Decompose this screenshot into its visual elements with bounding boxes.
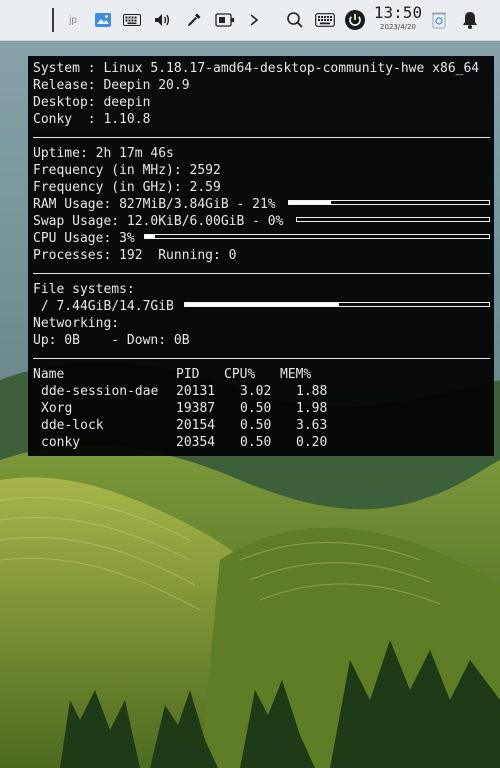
onboard-keyboard-button[interactable] (313, 0, 337, 40)
keyboard-icon (315, 13, 335, 27)
panel-separator (52, 8, 54, 32)
process-pid: 20154 (176, 418, 216, 433)
process-mem: 3.63 (296, 418, 328, 433)
process-mem: 1.98 (296, 401, 328, 416)
cpu-usage: CPU Usage: 3% (33, 231, 135, 246)
datetime-widget[interactable]: 13:50 2023/4/20 (370, 4, 426, 36)
filesystems-title: File systems: (33, 282, 135, 297)
process-cpu: 0.50 (240, 418, 272, 433)
power-button[interactable] (343, 0, 367, 40)
process-cpu: 0.50 (240, 435, 272, 450)
process-name: dde-lock (41, 418, 104, 433)
screenshot-tray-icon[interactable] (92, 0, 114, 40)
screen-icon (215, 13, 234, 27)
swap-usage-bar (296, 217, 490, 222)
top-panel: jp 13:50 2023/4/20 (0, 0, 500, 41)
ram-usage-fill (289, 201, 331, 204)
bell-icon (463, 12, 477, 29)
uptime: Uptime: 2h 17m 46s (33, 146, 174, 161)
conky-version: Conky : 1.10.8 (33, 112, 151, 127)
keyboard-tray-icon[interactable] (120, 0, 144, 40)
process-pid: 20354 (176, 435, 216, 450)
ram-usage: RAM Usage: 827MiB/3.84GiB - 21% (33, 197, 276, 212)
conky-panel: System : Linux 5.18.17-amd64-desktop-com… (28, 56, 494, 456)
desktop-info: Desktop: deepin (33, 95, 151, 110)
column-header-mem: MEM% (280, 367, 312, 382)
process-cpu: 3.02 (240, 384, 272, 399)
cpu-usage-bar (144, 234, 490, 239)
frequency-mhz: Frequency (in MHz): 2592 (33, 163, 221, 178)
networking-title: Networking: (33, 316, 120, 331)
chevron-right-icon (250, 14, 259, 26)
trash-icon (432, 12, 446, 29)
section-divider (33, 137, 490, 138)
column-header-name: Name (33, 367, 65, 382)
keyboard-icon (123, 14, 141, 26)
cpu-usage-fill (145, 235, 156, 238)
release-info: Release: Deepin 20.9 (33, 78, 190, 93)
image-icon (95, 13, 111, 27)
tray-expand-button[interactable] (244, 0, 264, 40)
color-picker-tray-icon[interactable] (182, 0, 206, 40)
clock-date: 2023/4/20 (380, 23, 416, 31)
process-pid: 20131 (176, 384, 216, 399)
search-icon (287, 12, 303, 28)
column-header-pid: PID (176, 367, 200, 382)
process-name: dde-session-dae (41, 384, 159, 399)
section-divider (33, 358, 490, 359)
network-traffic: Up: 0B - Down: 0B (33, 333, 190, 348)
ram-usage-bar (288, 200, 490, 205)
process-mem: 1.88 (296, 384, 328, 399)
process-mem: 0.20 (296, 435, 328, 450)
filesystem-root-fill (185, 303, 339, 306)
power-icon (345, 10, 365, 30)
volume-tray-icon[interactable] (150, 0, 174, 40)
trash-button[interactable] (428, 0, 450, 40)
eyedropper-icon (188, 13, 201, 26)
volume-icon (155, 14, 170, 26)
process-cpu: 0.50 (240, 401, 272, 416)
section-divider (33, 273, 490, 274)
column-header-cpu: CPU% (224, 367, 256, 382)
filesystem-root-bar (184, 302, 490, 307)
search-button[interactable] (284, 0, 306, 40)
frequency-ghz: Frequency (in GHz): 2.59 (33, 180, 221, 195)
process-pid: 19387 (176, 401, 216, 416)
system-info: System : Linux 5.18.17-amd64-desktop-com… (33, 61, 480, 76)
input-method-indicator[interactable]: jp (64, 0, 82, 40)
swap-usage: Swap Usage: 12.0KiB/6.00GiB - 0% (33, 214, 284, 229)
process-name: conky (41, 435, 81, 450)
process-name: Xorg (41, 401, 73, 416)
input-method-label: jp (69, 14, 77, 26)
process-count: Processes: 192 Running: 0 (33, 248, 237, 263)
display-tray-icon[interactable] (212, 0, 238, 40)
notification-button[interactable] (458, 0, 482, 40)
clock-time: 13:50 (373, 3, 423, 22)
filesystem-root: / 7.44GiB/14.7GiB (33, 299, 174, 314)
